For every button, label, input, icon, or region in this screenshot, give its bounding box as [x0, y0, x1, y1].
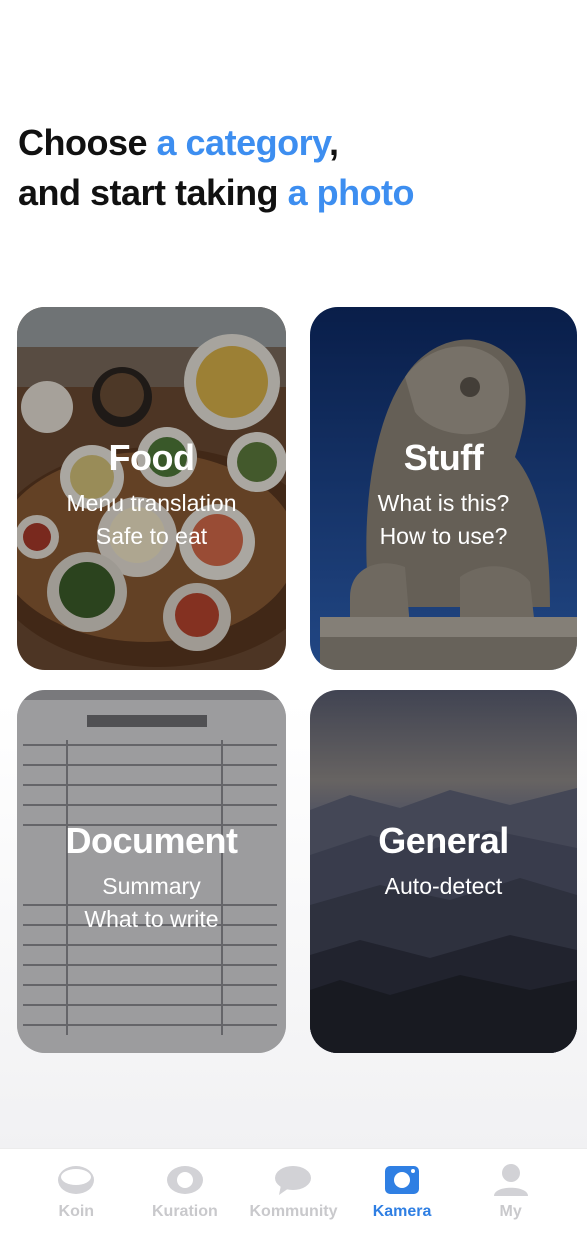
- food-card-content: Food Menu translation Safe to eat: [17, 435, 286, 553]
- stuff-card-content: Stuff What is this? How to use?: [310, 435, 577, 553]
- bottom-tab-bar: Koin Kuration Kommunity Kamera My: [0, 1148, 587, 1233]
- tab-koin-label: Koin: [58, 1203, 95, 1220]
- eye-icon: [166, 1166, 203, 1194]
- tab-kuration-label: Kuration: [152, 1203, 218, 1220]
- category-card-document[interactable]: Document Summary What to write: [17, 690, 286, 1053]
- tab-kamera-label: Kamera: [372, 1203, 432, 1220]
- general-title: General: [378, 820, 509, 861]
- stuff-subtitle-1: What is this?: [377, 490, 510, 516]
- chat-bubble-icon: [275, 1166, 312, 1195]
- camera-icon: [385, 1166, 420, 1194]
- headline-line2-text: and start taking: [18, 172, 288, 213]
- document-card-content: Document Summary What to write: [17, 818, 286, 936]
- food-title: Food: [108, 437, 195, 478]
- page-headline: Choose a category, and start taking a ph…: [18, 118, 415, 218]
- headline-accent-category: a category: [156, 122, 330, 163]
- food-subtitle-1: Menu translation: [66, 490, 237, 516]
- headline-comma: ,: [328, 122, 339, 163]
- tab-kuration[interactable]: Kuration: [135, 1163, 235, 1221]
- tab-kommunity[interactable]: Kommunity: [243, 1163, 343, 1221]
- stuff-subtitle-2: How to use?: [379, 523, 508, 549]
- stuff-title: Stuff: [403, 437, 484, 478]
- profile-icon: [493, 1164, 528, 1196]
- tab-koin[interactable]: Koin: [26, 1163, 126, 1221]
- tab-my[interactable]: My: [461, 1163, 561, 1221]
- camera-category-screen: Choose a category, and start taking a ph…: [0, 0, 587, 1233]
- headline-accent-photo: a photo: [287, 172, 415, 213]
- general-card-content: General Auto-detect: [310, 818, 577, 903]
- headline-line1-text: Choose: [18, 122, 157, 163]
- category-card-stuff[interactable]: Stuff What is this? How to use?: [310, 307, 577, 670]
- tab-my-label: My: [499, 1203, 522, 1220]
- category-card-general[interactable]: General Auto-detect: [310, 690, 577, 1053]
- tab-kamera[interactable]: Kamera: [352, 1163, 452, 1221]
- category-card-food[interactable]: Food Menu translation Safe to eat: [17, 307, 286, 670]
- koin-icon: [58, 1166, 95, 1194]
- food-subtitle-2: Safe to eat: [95, 523, 208, 549]
- document-subtitle-2: What to write: [84, 906, 219, 932]
- document-subtitle-1: Summary: [102, 873, 201, 899]
- general-subtitle-1: Auto-detect: [384, 873, 503, 899]
- document-title: Document: [65, 820, 238, 861]
- tab-kommunity-label: Kommunity: [249, 1203, 338, 1220]
